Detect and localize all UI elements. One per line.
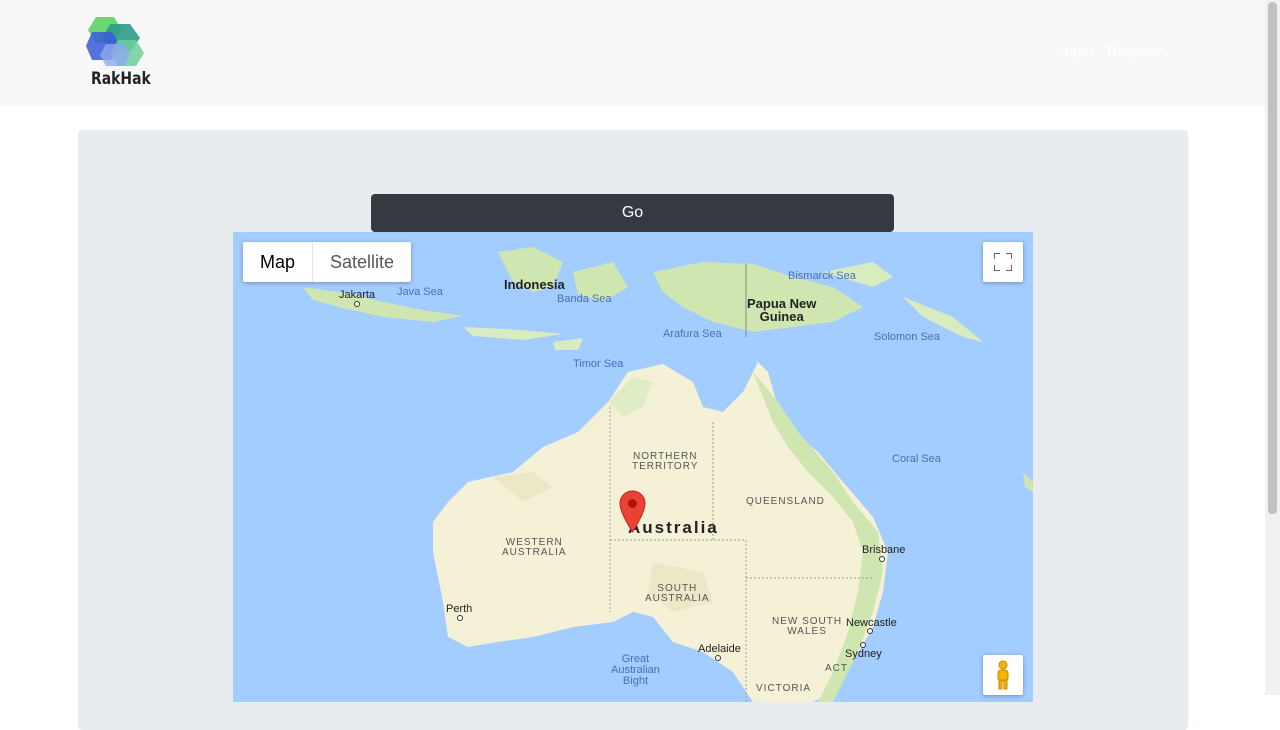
logo-text: RakHak (91, 69, 151, 89)
login-link[interactable]: Login (1056, 43, 1093, 60)
map-type-map-button[interactable]: Map (243, 242, 314, 282)
label-adelaide: Adelaide (698, 643, 741, 655)
label-jakarta: Jakarta (339, 289, 376, 301)
location-marker[interactable] (619, 490, 646, 533)
label-timor-sea: Timor Sea (573, 358, 624, 370)
label-new-south-wales: NEW SOUTH WALES (772, 616, 843, 637)
label-newcastle: Newcastle (846, 617, 897, 629)
scrollbar-thumb[interactable] (1268, 2, 1277, 514)
google-map[interactable]: Indonesia Jakarta Java Sea Banda Sea Bis… (233, 232, 1033, 702)
label-brisbane: Brisbane (862, 544, 906, 556)
label-solomon-sea: Solomon Sea (874, 331, 941, 343)
label-indonesia: Indonesia (504, 277, 565, 292)
label-banda-sea: Banda Sea (557, 293, 612, 305)
pegman-icon (997, 660, 1009, 690)
city-dot-newcastle (867, 628, 873, 634)
label-perth: Perth (446, 603, 473, 615)
label-act: ACT (825, 663, 848, 674)
street-view-pegman-button[interactable] (983, 655, 1023, 695)
label-bismarck-sea: Bismarck Sea (788, 270, 856, 282)
map-type-satellite-button[interactable]: Satellite (313, 242, 411, 282)
city-dot-jakarta (354, 301, 360, 307)
label-java-sea: Java Sea (397, 286, 443, 298)
label-papua-new-guinea: Papua New Guinea (747, 296, 817, 324)
label-arafura-sea: Arafura Sea (663, 328, 722, 340)
fullscreen-icon (994, 253, 1012, 271)
label-great-australian-bight: Great Australian Bight (611, 653, 660, 687)
nav-links: Login Register (1056, 43, 1163, 60)
map-type-control: Map Satellite (243, 242, 412, 282)
city-dot-adelaide (715, 655, 721, 661)
navbar: RakHak Login Register (0, 0, 1265, 106)
register-link[interactable]: Register (1107, 43, 1163, 60)
go-button[interactable]: Go (371, 194, 894, 232)
label-victoria: VICTORIA (756, 683, 812, 694)
city-dot-perth (457, 615, 463, 621)
label-coral-sea: Coral Sea (892, 453, 941, 465)
label-sydney: Sydney (845, 648, 882, 660)
label-south-australia: SOUTH AUSTRALIA (645, 583, 710, 604)
label-western-australia: WESTERN AUSTRALIA (502, 537, 567, 558)
fullscreen-button[interactable] (983, 242, 1023, 282)
page-scrollbar[interactable] (1265, 0, 1280, 695)
city-dot-brisbane (879, 556, 885, 562)
label-queensland: QUEENSLAND (746, 496, 825, 507)
label-northern-territory: NORTHERN TERRITORY (632, 451, 699, 472)
